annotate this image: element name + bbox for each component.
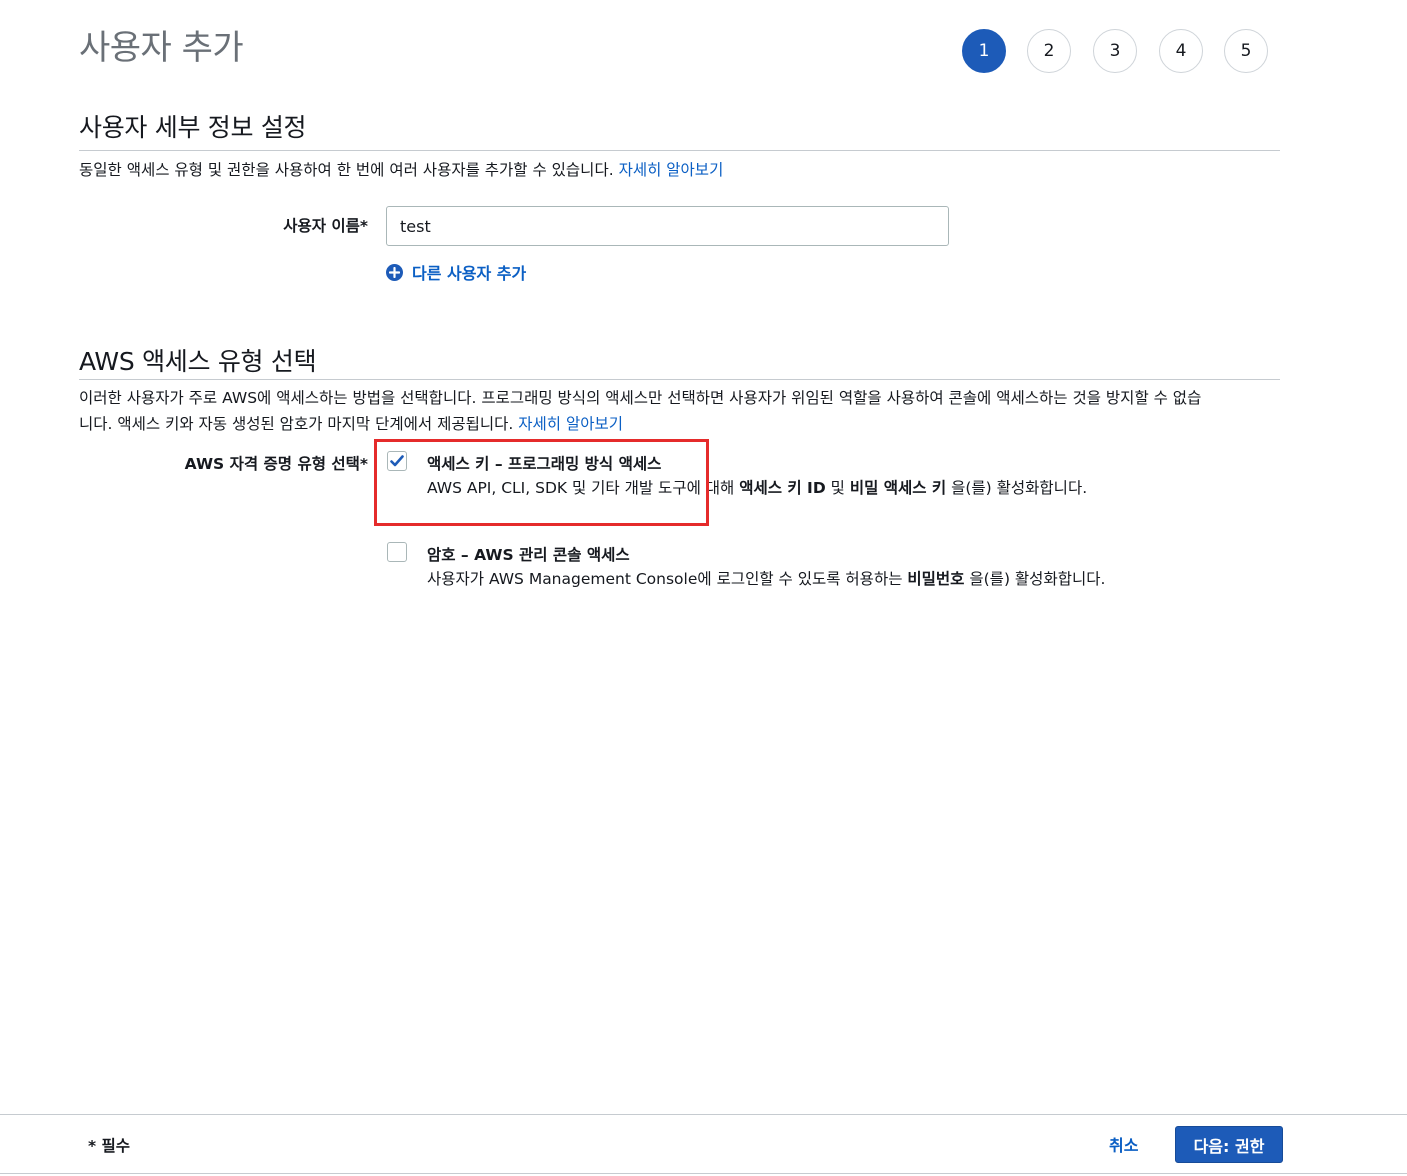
user-details-description: 동일한 액세스 유형 및 권한을 사용하여 한 번에 여러 사용자를 추가할 수…: [79, 157, 723, 183]
add-user-page: 사용자 추가 1 2 3 4 5 사용자 세부 정보 설정 동일한 액세스 유형…: [0, 0, 1407, 1176]
add-another-user-button[interactable]: 다른 사용자 추가: [386, 260, 526, 284]
access-key-desc-suffix: 을(를) 활성화합니다.: [946, 479, 1088, 497]
learn-more-link[interactable]: 자세히 알아보기: [518, 415, 623, 433]
password-desc-suffix: 을(를) 활성화합니다.: [964, 570, 1106, 588]
plus-circle-icon: [386, 263, 403, 281]
user-details-title: 사용자 세부 정보 설정: [79, 113, 307, 142]
page-title: 사용자 추가: [79, 28, 244, 68]
step-2[interactable]: 2: [1027, 29, 1071, 73]
access-type-description: 이러한 사용자가 주로 AWS에 액세스하는 방법을 선택합니다. 프로그래밍 …: [79, 385, 1289, 437]
password-bold-text: 비밀번호: [907, 570, 965, 588]
password-option-description: 사용자가 AWS Management Console에 로그인할 수 있도록 …: [427, 567, 1107, 592]
username-input[interactable]: [386, 206, 949, 246]
footer-bottom-divider: [0, 1173, 1407, 1174]
access-description-line1: 이러한 사용자가 주로 AWS에 액세스하는 방법을 선택합니다. 프로그래밍 …: [79, 389, 1202, 407]
password-option-title: 암호 – AWS 관리 콘솔 액세스: [427, 546, 630, 564]
password-desc-text: 사용자가 AWS Management Console에 로그인할 수 있도록 …: [427, 570, 908, 588]
access-description-line2: 니다. 액세스 키와 자동 생성된 암호가 마지막 단계에서 제공됩니다.: [79, 415, 514, 433]
required-note: * 필수: [88, 1137, 131, 1155]
divider: [79, 150, 1280, 151]
access-key-checkbox[interactable]: [387, 451, 407, 471]
step-1[interactable]: 1: [962, 29, 1006, 73]
user-details-description-text: 동일한 액세스 유형 및 권한을 사용하여 한 번에 여러 사용자를 추가할 수…: [79, 161, 614, 179]
access-key-id-text: 액세스 키 ID: [739, 479, 826, 497]
step-4[interactable]: 4: [1159, 29, 1203, 73]
access-type-title: AWS 액세스 유형 선택: [79, 347, 317, 376]
credential-type-label: AWS 자격 증명 유형 선택*: [184, 455, 368, 473]
secret-access-key-text: 비밀 액세스 키: [849, 479, 947, 497]
username-label: 사용자 이름*: [283, 217, 368, 235]
checkmark-icon: [390, 455, 404, 467]
access-key-option-title: 액세스 키 – 프로그래밍 방식 액세스: [427, 455, 662, 473]
add-another-user-label: 다른 사용자 추가: [412, 264, 527, 283]
step-5[interactable]: 5: [1224, 29, 1268, 73]
access-key-desc-text: AWS API, CLI, SDK 및 기타 개발 도구에 대해: [427, 479, 740, 497]
cancel-button[interactable]: 취소: [1109, 1132, 1138, 1156]
step-3[interactable]: 3: [1093, 29, 1137, 73]
next-permissions-button[interactable]: 다음: 권한: [1175, 1126, 1283, 1163]
password-checkbox[interactable]: [387, 542, 407, 562]
footer-divider: [0, 1114, 1407, 1115]
access-key-option-description: AWS API, CLI, SDK 및 기타 개발 도구에 대해 액세스 키 I…: [427, 476, 1107, 501]
divider: [79, 379, 1280, 380]
access-key-desc-and: 및: [825, 479, 850, 497]
learn-more-link[interactable]: 자세히 알아보기: [619, 161, 724, 179]
